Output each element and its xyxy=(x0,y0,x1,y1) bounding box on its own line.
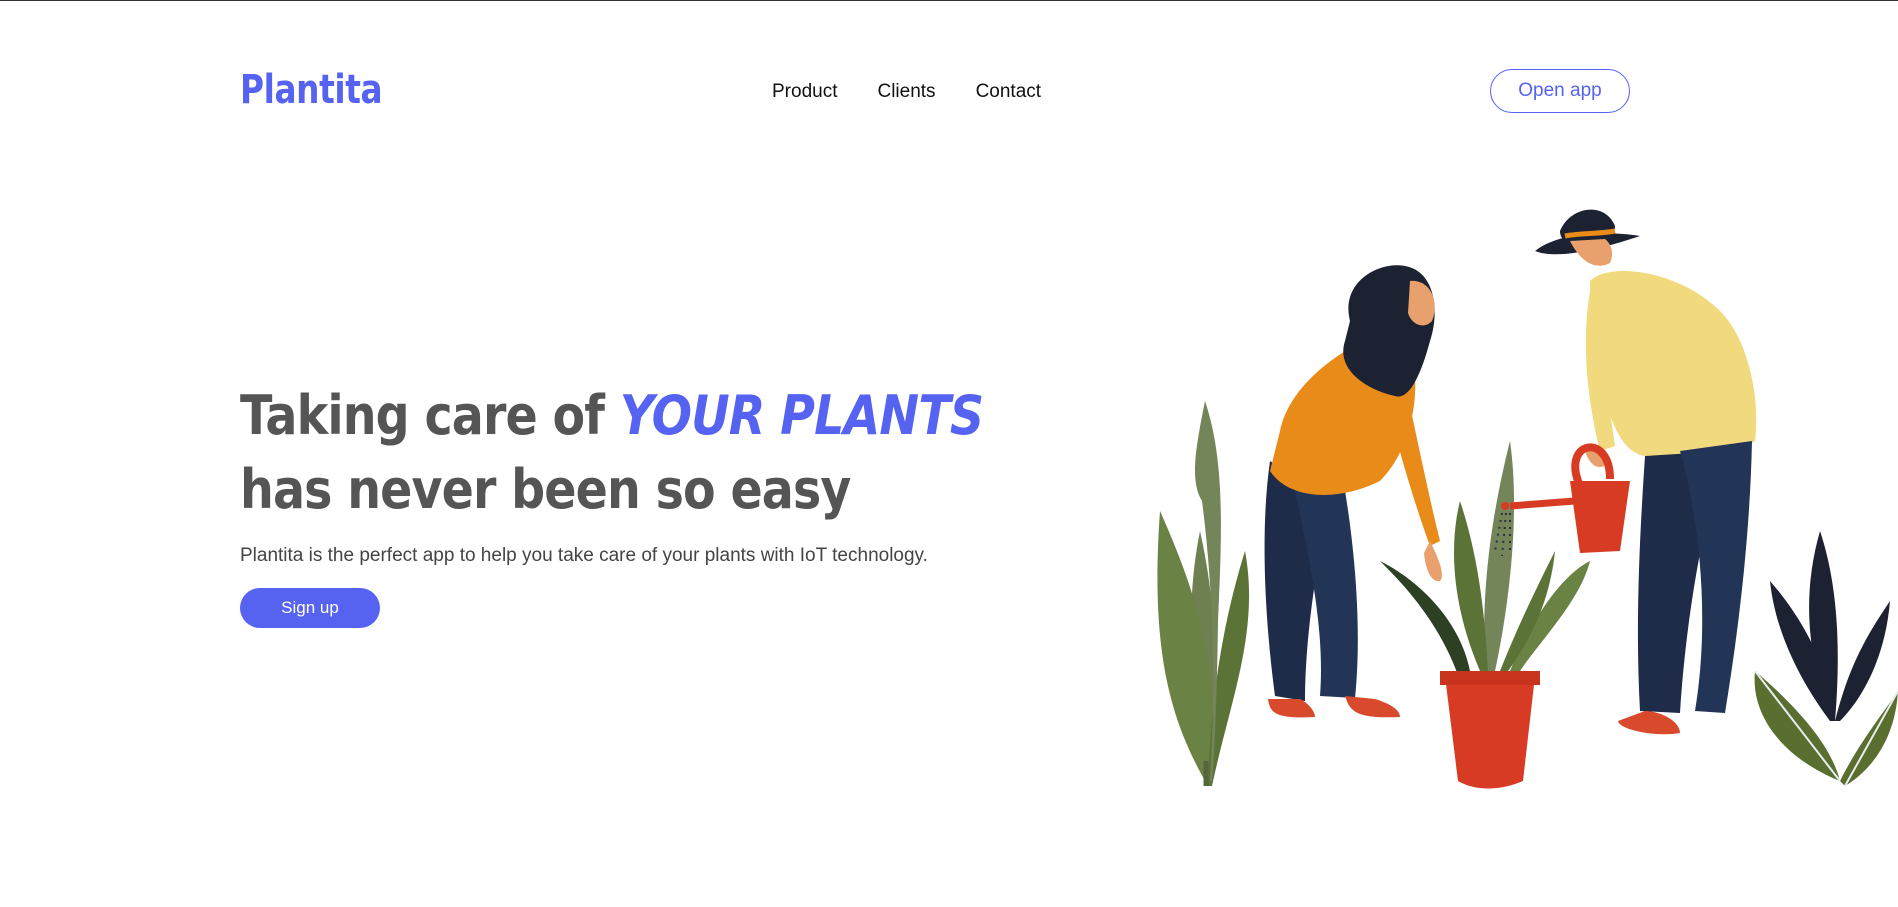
nav-item-contact[interactable]: Contact xyxy=(976,81,1041,103)
brand-logo[interactable]: Plantita xyxy=(240,67,383,113)
woman-figure xyxy=(1264,265,1442,718)
headline-part2: has never been so easy xyxy=(240,458,851,521)
open-app-button[interactable]: Open app xyxy=(1490,69,1630,113)
hero-illustration xyxy=(1157,209,1898,789)
nav-item-product[interactable]: Product xyxy=(772,81,837,103)
man-figure xyxy=(1494,209,1757,735)
signup-button[interactable]: Sign up xyxy=(240,588,380,628)
headline-accent: YOUR PLANTS xyxy=(619,384,984,447)
right-plants xyxy=(1754,531,1898,787)
hero-subtitle: Plantita is the perfect app to help you … xyxy=(240,545,928,566)
potted-plant xyxy=(1380,441,1590,789)
hero-headline: Taking care of YOUR PLANTS has never bee… xyxy=(240,379,1032,527)
left-plant xyxy=(1157,401,1250,786)
headline-part1: Taking care of xyxy=(240,384,620,447)
main-nav: Product Clients Contact xyxy=(772,81,1041,103)
nav-item-clients[interactable]: Clients xyxy=(877,81,935,103)
